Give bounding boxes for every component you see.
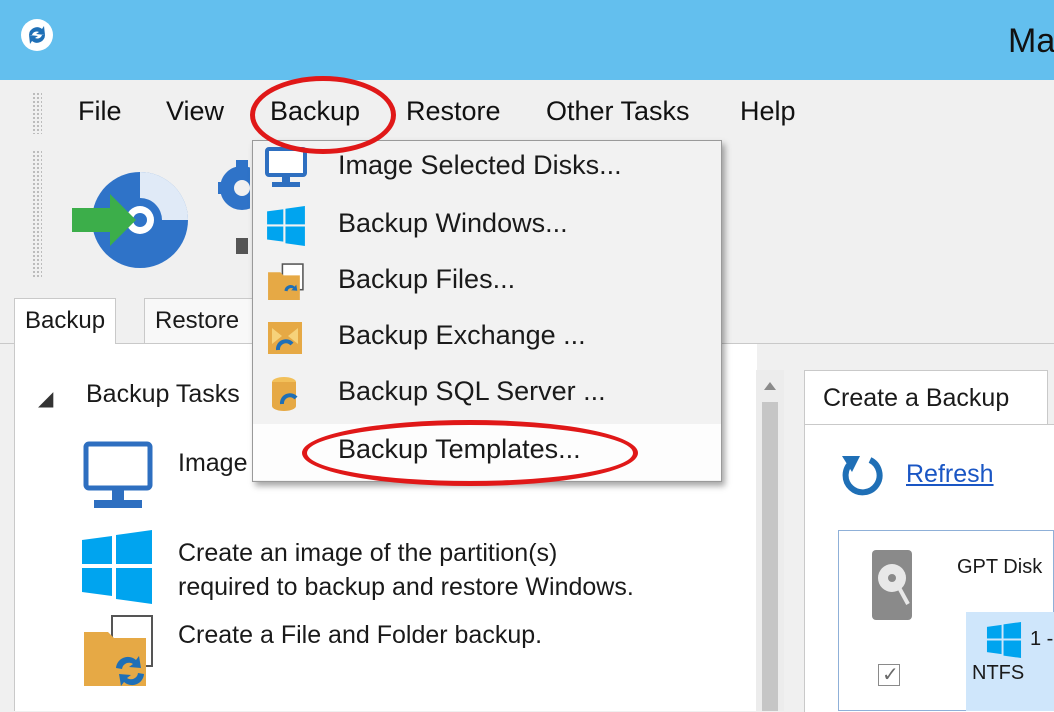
- menu-item-backup-windows[interactable]: Backup Windows...: [338, 208, 568, 239]
- menu-item-backup-files[interactable]: Backup Files...: [338, 264, 515, 295]
- windows-logo-icon[interactable]: [80, 530, 154, 604]
- windows-logo-icon: [267, 206, 305, 246]
- annotation-ellipse-templates: [302, 420, 638, 486]
- refresh-icon[interactable]: [840, 452, 884, 496]
- windows-partition-icon: [986, 622, 1022, 658]
- menu-bar: [0, 80, 1054, 140]
- title-bar: [0, 0, 1054, 80]
- task-windows-text-line2[interactable]: required to backup and restore Windows.: [178, 570, 634, 604]
- window-title: Ma: [1008, 22, 1054, 60]
- menu-item-image-selected-disks[interactable]: Image Selected Disks...: [338, 150, 622, 181]
- partition-number: 1 -: [1030, 628, 1054, 650]
- computer-icon: [265, 147, 307, 187]
- backup-disc-icon[interactable]: [66, 158, 190, 282]
- menu-item-backup-sql-server[interactable]: Backup SQL Server ...: [338, 376, 606, 407]
- app-logo-icon: [21, 19, 53, 51]
- gear-icon[interactable]: [206, 160, 250, 256]
- checkmark-icon: ✓: [882, 664, 899, 686]
- folder-sync-icon: [268, 263, 304, 300]
- scroll-thumb[interactable]: [762, 402, 778, 711]
- menu-item-backup-exchange[interactable]: Backup Exchange ...: [338, 320, 586, 351]
- disk-label: GPT Disk: [957, 556, 1043, 578]
- menu-view[interactable]: View: [166, 96, 224, 127]
- hard-disk-icon: [872, 550, 912, 620]
- section-title[interactable]: Backup Tasks: [86, 380, 240, 409]
- folder-sync-icon[interactable]: [82, 612, 156, 690]
- exchange-icon: [268, 322, 302, 354]
- menu-help[interactable]: Help: [740, 96, 796, 127]
- scroll-up-icon[interactable]: [756, 374, 784, 396]
- computer-icon[interactable]: [82, 440, 154, 514]
- task-image-text[interactable]: Image: [178, 446, 247, 480]
- tab-create-backup[interactable]: Create a Backup: [804, 370, 1048, 424]
- menu-restore[interactable]: Restore: [406, 96, 501, 127]
- task-windows-text-line1[interactable]: Create an image of the partition(s): [178, 536, 557, 570]
- annotation-ellipse-backup-menu: [250, 76, 396, 154]
- collapse-arrow-icon[interactable]: ◢: [38, 386, 53, 411]
- toolbar-grip[interactable]: [32, 150, 42, 278]
- menu-other-tasks[interactable]: Other Tasks: [546, 96, 690, 127]
- partition-fs-label: NTFS: [972, 662, 1025, 684]
- refresh-link[interactable]: Refresh: [906, 460, 994, 489]
- tab-backup[interactable]: Backup: [14, 298, 117, 345]
- database-icon: [272, 377, 298, 411]
- menu-file[interactable]: File: [78, 96, 122, 127]
- task-files-text[interactable]: Create a File and Folder backup.: [178, 618, 542, 652]
- menubar-grip[interactable]: [32, 92, 42, 134]
